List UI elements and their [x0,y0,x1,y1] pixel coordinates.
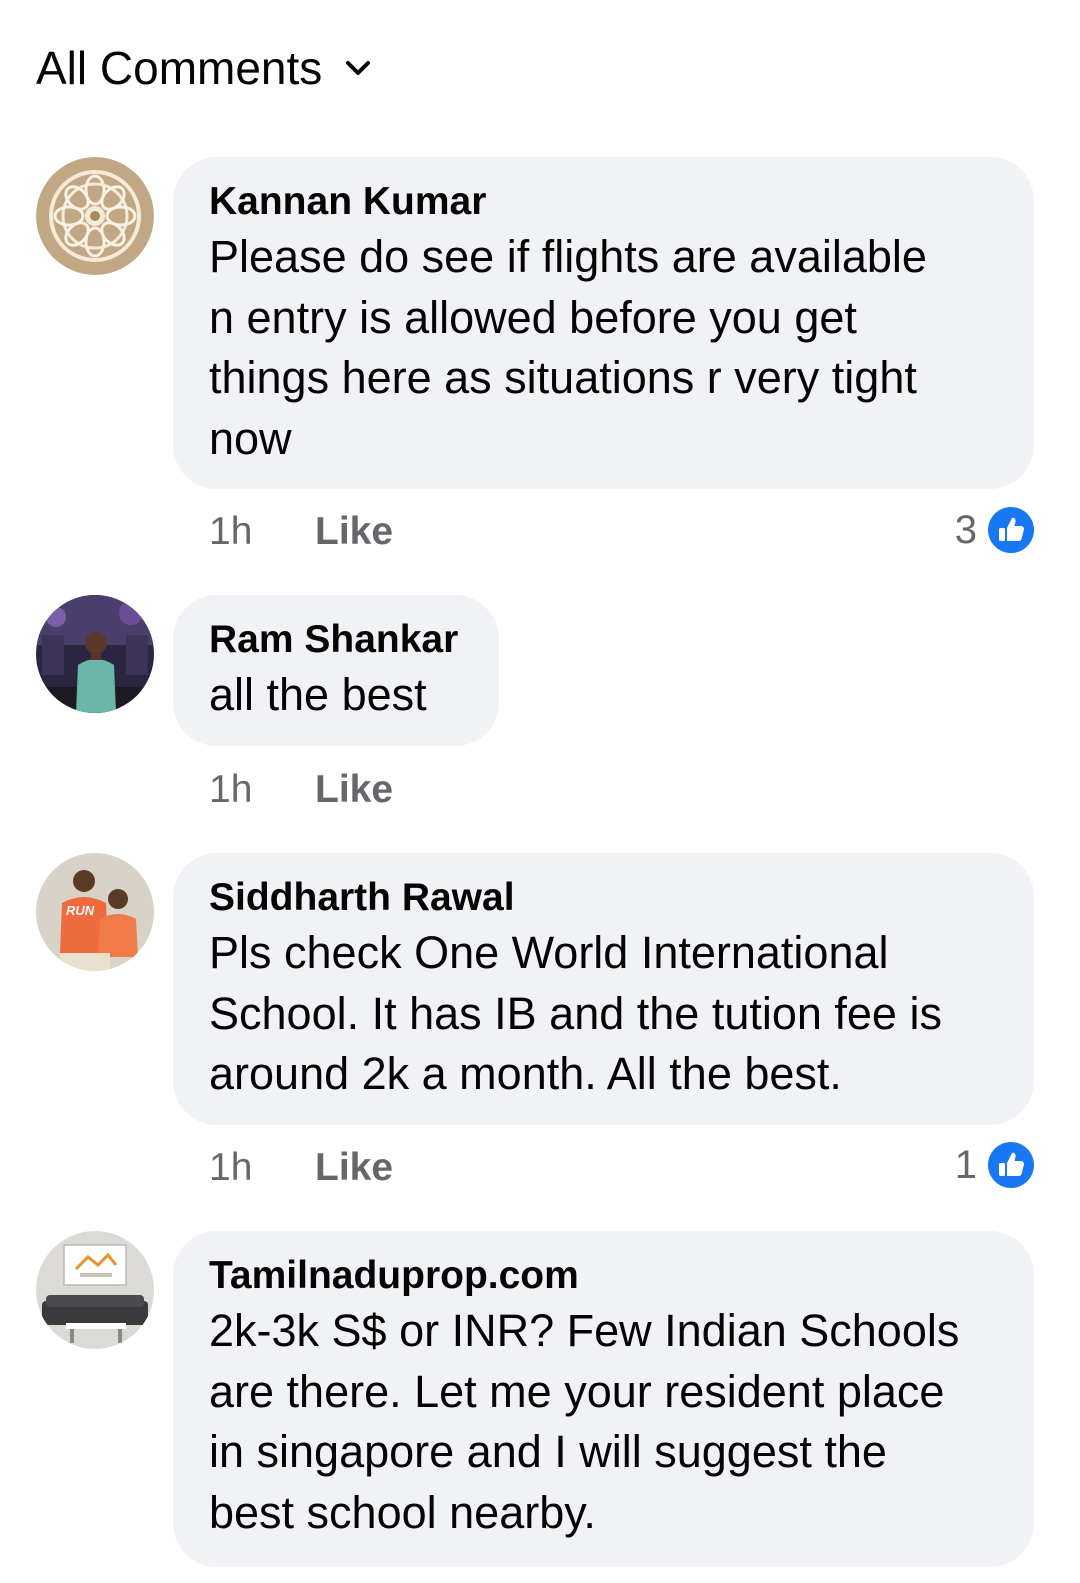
thumbs-up-icon [988,507,1034,553]
property-logo-avatar [36,1231,154,1349]
comment-bubble: Ram Shankar all the best [173,595,499,746]
person-photo-avatar [36,595,154,713]
comment-author[interactable]: Tamilnaduprop.com [209,1251,998,1301]
comment-text: all the best [209,669,427,720]
comment-text: Please do see if flights are available n… [209,231,927,464]
reaction-count: 3 [954,507,977,552]
comment-filter-dropdown[interactable]: All Comments [36,38,374,98]
comment-bubble: Tamilnaduprop.com 2k-3k S$ or INR? Few I… [173,1231,1034,1567]
mandala-pattern-avatar [36,157,154,275]
comment-timestamp[interactable]: 1h [209,510,315,554]
reaction-count: 1 [954,1142,977,1187]
run-shirts-avatar: RUN [36,853,154,971]
avatar[interactable]: RUN [36,853,154,971]
comment-actions: 1h Like [209,510,393,554]
comment-actions: 1h Like [209,1146,393,1190]
avatar[interactable] [36,157,154,275]
comment-text: Pls check One World International School… [209,927,942,1099]
thumbs-up-icon [988,1142,1034,1188]
comment-bubble: Siddharth Rawal Pls check One World Inte… [173,853,1034,1125]
reaction-summary[interactable]: 3 [955,506,1035,554]
reaction-summary[interactable]: 1 [955,1141,1035,1189]
comment-author[interactable]: Siddharth Rawal [209,873,998,923]
avatar[interactable] [36,595,154,713]
comment-filter-label: All Comments [36,42,323,94]
comment-bubble: Kannan Kumar Please do see if flights ar… [173,157,1034,489]
comment-author[interactable]: Kannan Kumar [209,177,998,227]
svg-text:RUN: RUN [66,903,95,918]
chevron-down-icon [346,61,371,75]
like-button[interactable]: Like [315,768,393,812]
comment-timestamp[interactable]: 1h [209,1146,315,1190]
avatar[interactable] [36,1231,154,1349]
like-button[interactable]: Like [315,510,393,554]
comment-timestamp[interactable]: 1h [209,768,315,812]
comment-author[interactable]: Ram Shankar [209,615,463,665]
like-button[interactable]: Like [315,1146,393,1190]
comment-actions: 1h Like [209,768,393,812]
comment-text: 2k-3k S$ or INR? Few Indian Schools are … [209,1305,960,1538]
